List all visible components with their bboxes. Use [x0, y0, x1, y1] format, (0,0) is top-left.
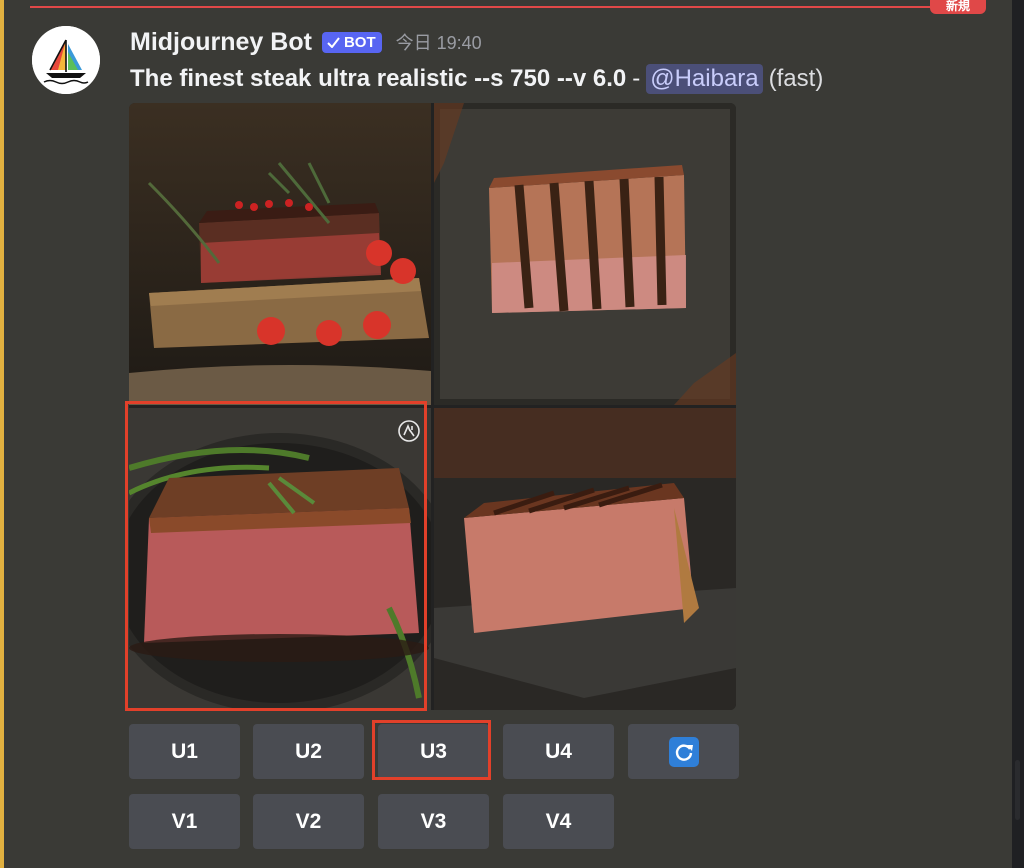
new-messages-divider [30, 6, 960, 8]
app-frame: 新規 Midjourney Bot BOT 今日 19:40 The fines… [0, 0, 1024, 868]
variation-button-3[interactable]: V3 [378, 794, 489, 849]
chat-area: 新規 Midjourney Bot BOT 今日 19:40 The fines… [0, 0, 1012, 868]
image-grid[interactable] [129, 103, 736, 710]
image-tile-2[interactable] [434, 103, 736, 405]
variation-button-2[interactable]: V2 [253, 794, 364, 849]
variation-button-4[interactable]: V4 [503, 794, 614, 849]
bot-avatar[interactable] [32, 26, 100, 94]
variation-button-1[interactable]: V1 [129, 794, 240, 849]
ai-label-icon[interactable] [397, 419, 421, 443]
upscale-button-4[interactable]: U4 [503, 724, 614, 779]
generation-speed: (fast) [768, 65, 824, 92]
image-tile-4[interactable] [434, 408, 736, 710]
author-name[interactable]: Midjourney Bot [130, 28, 312, 57]
scrollbar-thumb[interactable] [1015, 760, 1020, 820]
upscale-button-2[interactable]: U2 [253, 724, 364, 779]
message-header: Midjourney Bot BOT 今日 19:40 [130, 26, 482, 58]
scrollbar-track[interactable] [1012, 0, 1024, 868]
bot-tag-label: BOT [343, 33, 376, 51]
timestamp: 今日 19:40 [395, 33, 482, 53]
reroll-button[interactable] [628, 724, 739, 779]
image-tile-1[interactable] [129, 103, 431, 405]
prompt-line: The finest steak ultra realistic --s 750… [130, 62, 823, 96]
verified-check-icon [327, 36, 340, 48]
upscale-button-3[interactable]: U3 [378, 724, 489, 779]
new-messages-badge: 新規 [930, 0, 986, 14]
upscale-button-1[interactable]: U1 [129, 724, 240, 779]
user-mention[interactable]: @Haibara [646, 64, 763, 94]
sailboat-logo-icon [32, 26, 100, 94]
bot-tag: BOT [321, 31, 382, 53]
prompt-text: The finest steak ultra realistic --s 750… [130, 65, 627, 92]
image-tile-3[interactable] [129, 408, 431, 710]
refresh-icon [668, 736, 699, 767]
mention-highlight-bar [0, 0, 4, 868]
prompt-separator: - [632, 65, 641, 92]
